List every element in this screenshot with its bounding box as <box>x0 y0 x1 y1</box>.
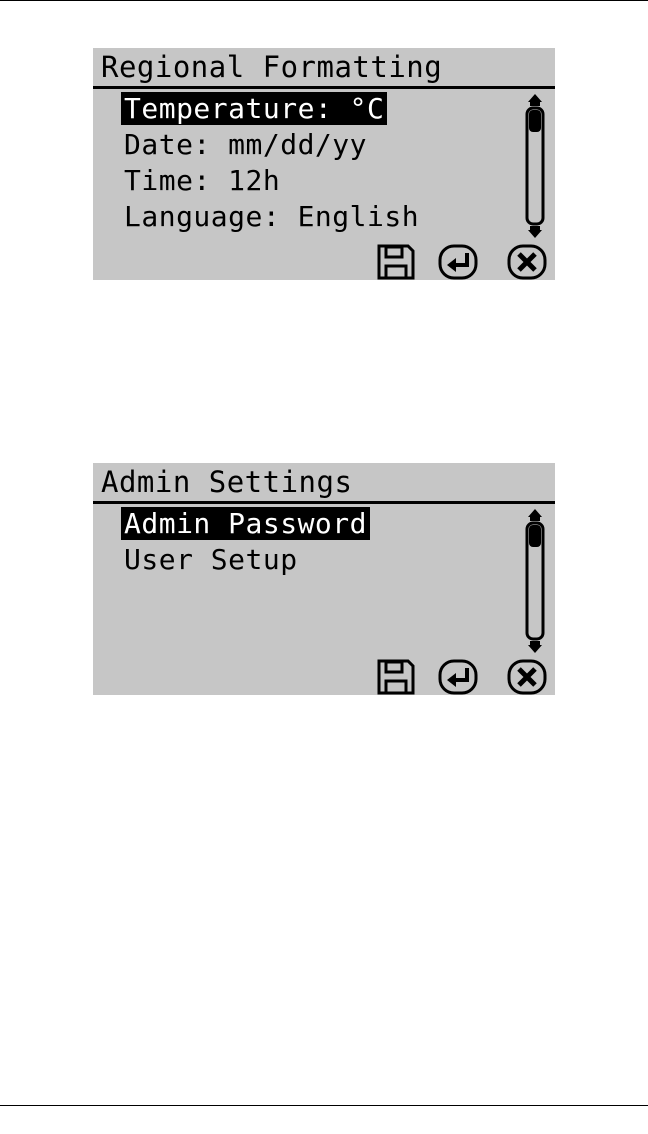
title-divider <box>93 501 555 504</box>
save-button[interactable] <box>376 659 416 695</box>
screen-title: Admin Settings <box>101 465 353 499</box>
close-icon <box>507 244 547 280</box>
scroll-up-arrow-icon[interactable] <box>528 509 542 521</box>
menu-list: Temperature: °C Date: mm/dd/yy Time: 12h… <box>121 92 422 236</box>
enter-button[interactable] <box>438 659 478 695</box>
lcd-screen-regional-formatting: Regional Formatting Temperature: °C Date… <box>93 48 555 280</box>
title-divider <box>93 86 555 89</box>
enter-button[interactable] <box>438 244 478 280</box>
scrollbar-thumb[interactable] <box>529 525 541 547</box>
close-icon <box>507 659 547 695</box>
save-button[interactable] <box>376 244 416 280</box>
menu-item-date[interactable]: Date: mm/dd/yy <box>121 128 370 161</box>
scroll-down-arrow-icon[interactable] <box>528 641 542 653</box>
scrollbar-thumb[interactable] <box>529 110 541 132</box>
page-bottom-rule <box>0 1105 648 1106</box>
menu-item-admin-password[interactable]: Admin Password <box>121 507 371 540</box>
menu-item-time[interactable]: Time: 12h <box>121 164 283 197</box>
save-icon <box>377 659 415 695</box>
menu-item-language[interactable]: Language: English <box>121 200 422 233</box>
lcd-screen-admin-settings: Admin Settings Admin Password User Setup <box>93 463 555 695</box>
menu-item-user-setup[interactable]: User Setup <box>121 543 301 576</box>
menu-list: Admin Password User Setup <box>121 507 371 579</box>
scrollbar[interactable] <box>523 94 547 240</box>
enter-icon <box>438 659 478 695</box>
softkey-bar <box>93 244 555 280</box>
screen-title: Regional Formatting <box>101 50 443 84</box>
enter-icon <box>438 244 478 280</box>
cancel-button[interactable] <box>507 659 547 695</box>
cancel-button[interactable] <box>507 244 547 280</box>
scroll-down-arrow-icon[interactable] <box>528 226 542 238</box>
save-icon <box>377 244 415 280</box>
scrollbar[interactable] <box>523 509 547 655</box>
softkey-bar <box>93 659 555 695</box>
page-top-rule <box>0 0 648 1</box>
scroll-up-arrow-icon[interactable] <box>528 94 542 106</box>
menu-item-temperature[interactable]: Temperature: °C <box>121 92 388 125</box>
